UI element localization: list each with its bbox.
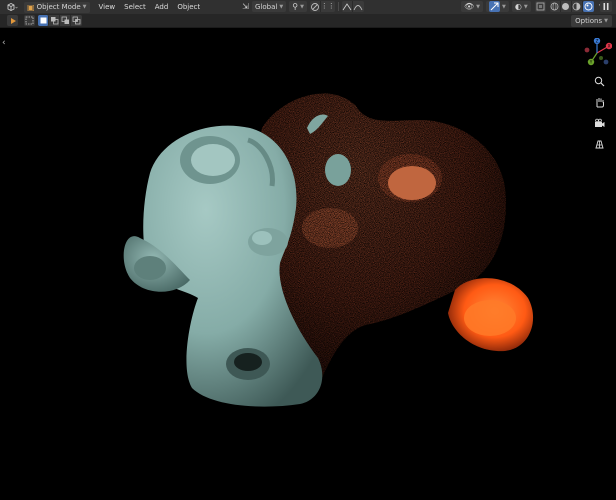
- transform-orientation-icon: ⇲: [242, 2, 249, 11]
- editor-type-button[interactable]: [3, 2, 21, 13]
- shading-solid-button[interactable]: [561, 1, 572, 12]
- divider: [337, 2, 339, 11]
- select-intersect-icon: [72, 16, 81, 25]
- snap-toggle[interactable]: [310, 1, 321, 12]
- gizmo-x-label: X: [608, 44, 611, 49]
- overlay-icon: ◐: [514, 2, 522, 11]
- snap-settings-button[interactable]: ⋮⋮: [321, 1, 335, 12]
- cube-icon: [7, 2, 18, 12]
- 3d-viewport[interactable]: ‹ X Y Z: [0, 28, 616, 500]
- proportional-edit-toggle[interactable]: [342, 1, 353, 12]
- camera-view-button[interactable]: [592, 116, 607, 131]
- zoom-icon: [594, 76, 604, 87]
- select-subtract-button[interactable]: [60, 15, 71, 26]
- object-mode-icon: ▣: [27, 2, 35, 12]
- chevron-down-icon: ▼: [300, 3, 304, 10]
- gizmo-z-label: Z: [596, 38, 599, 43]
- chevron-down-icon: ▼: [476, 3, 481, 10]
- chevron-down-icon: ▼: [604, 18, 608, 24]
- pan-hand-icon: [596, 98, 604, 108]
- proportional-icon: [342, 2, 352, 10]
- select-extend-icon: [50, 17, 58, 25]
- eye-icon: 👁: [464, 2, 475, 11]
- viewport-header: ▣ Object Mode ▼ View Select Add Object ⇲…: [0, 0, 616, 14]
- wireframe-icon: [550, 2, 559, 11]
- grid-view-icon: [594, 140, 604, 149]
- chevron-down-icon: ▼: [82, 4, 87, 10]
- select-box-button[interactable]: [24, 15, 35, 26]
- shading-wireframe-button[interactable]: [550, 1, 561, 12]
- options-label: Options: [575, 17, 603, 25]
- gizmo-icon: [490, 2, 499, 11]
- shading-material-button[interactable]: [572, 1, 583, 12]
- options-dropdown[interactable]: Options ▼: [571, 15, 612, 27]
- perspective-toggle-button[interactable]: [592, 137, 607, 152]
- gizmo-y-label: Y: [589, 60, 593, 65]
- menu-add[interactable]: Add: [155, 3, 169, 11]
- select-intersect-button[interactable]: [71, 15, 82, 26]
- zoom-button[interactable]: [592, 74, 607, 89]
- falloff-curve-icon: [354, 4, 363, 10]
- solid-icon: [562, 3, 570, 10]
- chevron-down-icon: ▼: [279, 3, 284, 10]
- pause-icon: [603, 3, 609, 10]
- navigation-gizmo[interactable]: X Y Z: [582, 38, 612, 68]
- xray-toggle[interactable]: [534, 1, 546, 12]
- select-extend-button[interactable]: [49, 15, 60, 26]
- pivot-dropdown[interactable]: ⚲ ▼: [289, 1, 307, 12]
- pan-button[interactable]: [592, 95, 607, 110]
- chevron-down-icon: ▼: [523, 3, 528, 10]
- gizmo-toggle[interactable]: [489, 1, 501, 12]
- pivot-icon: ⚲: [292, 2, 299, 11]
- material-icon: [572, 2, 581, 11]
- menu-object[interactable]: Object: [177, 3, 200, 11]
- mode-label: Object Mode: [36, 3, 81, 11]
- pause-button[interactable]: [600, 1, 612, 12]
- xray-icon: [536, 2, 545, 11]
- rendered-icon: [584, 2, 593, 11]
- rendered-scene: [123, 93, 534, 407]
- gizmo-dropdown[interactable]: ▼: [486, 1, 509, 12]
- navigation-panel: X Y Z: [584, 38, 612, 152]
- play-button[interactable]: [7, 15, 18, 26]
- visibility-dropdown[interactable]: 👁 ▼: [461, 1, 484, 12]
- overlays-dropdown[interactable]: ◐ ▼: [511, 1, 531, 12]
- select-new-button[interactable]: [38, 15, 49, 26]
- magnet-icon: [310, 2, 319, 11]
- proportional-falloff-button[interactable]: [353, 1, 364, 12]
- select-subtract-icon: [61, 16, 69, 24]
- mode-dropdown[interactable]: ▣ Object Mode ▼: [24, 1, 90, 13]
- menu-select[interactable]: Select: [124, 3, 146, 11]
- menu-view[interactable]: View: [99, 3, 116, 11]
- chevron-down-icon: ▼: [502, 3, 506, 10]
- select-box-icon: [25, 16, 34, 25]
- orientation-label: Global: [255, 2, 278, 11]
- transform-orientation-dropdown[interactable]: Global ▼: [252, 1, 287, 12]
- shading-rendered-button[interactable]: [582, 1, 594, 12]
- tool-header: Options ▼: [0, 14, 616, 28]
- select-new-icon: [40, 17, 46, 24]
- play-icon: [10, 17, 16, 24]
- camera-icon: [594, 118, 604, 127]
